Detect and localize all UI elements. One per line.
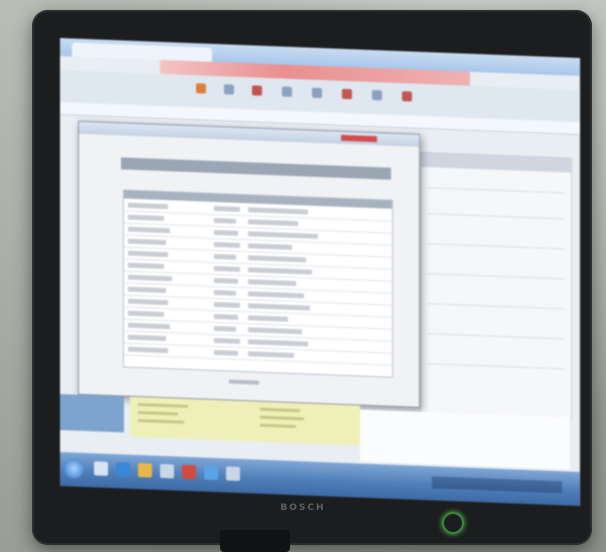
taskbar-app-icon[interactable] — [182, 464, 196, 480]
table-footer-indicator — [229, 379, 259, 385]
toolbar-icon[interactable] — [372, 89, 382, 101]
event-panel — [130, 396, 360, 446]
toolbar-icon[interactable] — [224, 84, 234, 95]
toolbar-icon[interactable] — [342, 88, 352, 100]
panel-divider — [427, 303, 565, 310]
taskbar-app-icon[interactable] — [226, 466, 240, 481]
taskbar-app-icon[interactable] — [160, 463, 174, 479]
right-panel-header — [421, 152, 571, 173]
toolbar-icon[interactable] — [282, 86, 292, 97]
panel-divider — [427, 363, 565, 370]
panel-divider — [427, 243, 565, 250]
power-icon[interactable] — [442, 512, 464, 534]
lower-left-panel — [60, 394, 124, 433]
system-tray[interactable] — [432, 476, 562, 494]
monitor-stand — [220, 530, 290, 552]
report-table — [123, 189, 393, 378]
taskbar-app-icon[interactable] — [116, 462, 130, 477]
windows-start-icon[interactable] — [64, 458, 84, 479]
monitor-brand-logo: BOSCH — [280, 503, 326, 513]
toolbar-icon[interactable] — [196, 83, 206, 94]
toolbar-icon[interactable] — [312, 87, 322, 99]
right-app-panel — [420, 151, 572, 420]
panel-divider — [427, 273, 565, 280]
taskbar-app-icon[interactable] — [94, 461, 108, 476]
toolbar-icon[interactable] — [402, 91, 412, 102]
lower-right-panel — [360, 409, 570, 470]
dialog-tab-bar[interactable] — [121, 157, 391, 180]
taskbar-app-icon[interactable] — [204, 465, 218, 481]
panel-divider — [427, 187, 565, 194]
monitor-screen — [60, 38, 580, 506]
panel-divider — [427, 333, 565, 340]
taskbar-app-icon[interactable] — [138, 463, 152, 478]
report-dialog — [78, 120, 420, 408]
toolbar-icon[interactable] — [252, 85, 262, 96]
panel-divider — [427, 213, 565, 220]
